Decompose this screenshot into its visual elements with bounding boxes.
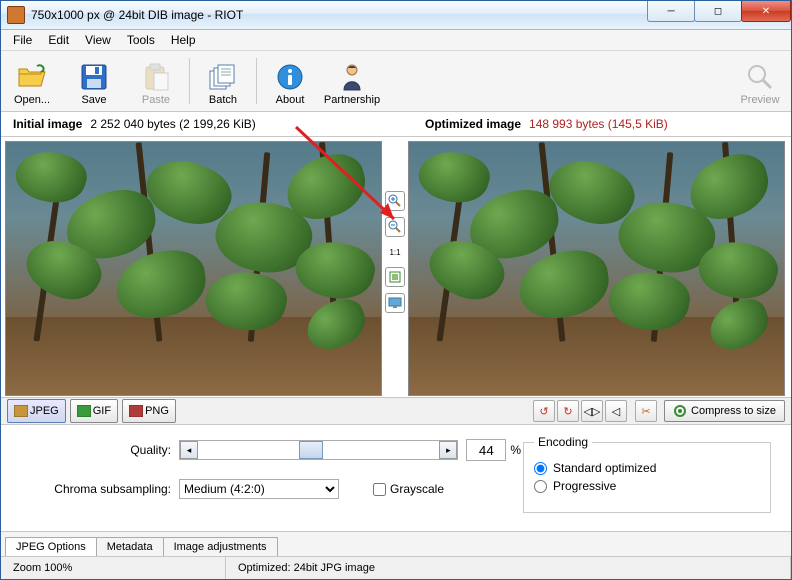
paste-clipboard-icon xyxy=(140,62,172,92)
initial-image-pane[interactable] xyxy=(5,141,382,396)
preview-button[interactable]: Preview xyxy=(729,52,791,110)
save-label: Save xyxy=(81,94,106,106)
format-gif-button[interactable]: GIF xyxy=(70,399,118,423)
info-row: Initial image 2 252 040 bytes (2 199,26 … xyxy=(1,112,791,137)
about-button[interactable]: About xyxy=(259,52,321,110)
initial-photo xyxy=(6,142,381,395)
rotate-ccw-button[interactable]: ↺ xyxy=(533,400,555,422)
compress-to-size-button[interactable]: Compress to size xyxy=(664,400,785,422)
status-optimized: Optimized: 24bit JPG image xyxy=(226,557,791,579)
optimized-image-pane[interactable] xyxy=(408,141,785,396)
batch-documents-icon xyxy=(207,62,239,92)
partnership-label: Partnership xyxy=(324,94,380,106)
initial-image-bytes: 2 252 040 bytes (2 199,26 KiB) xyxy=(90,117,255,131)
encoding-legend: Encoding xyxy=(534,435,592,449)
standard-optimized-radio[interactable]: Standard optimized xyxy=(534,461,760,475)
about-info-icon xyxy=(274,62,306,92)
app-window: 750x1000 px @ 24bit DIB image - RIOT ─ ◻… xyxy=(0,0,792,580)
gear-icon xyxy=(673,404,687,418)
zoom-toolbar: 1:1 xyxy=(382,137,408,397)
save-button[interactable]: Save xyxy=(63,52,125,110)
maximize-button[interactable]: ◻ xyxy=(694,1,742,22)
quality-slider[interactable]: ◂ ▸ xyxy=(179,440,458,460)
minimize-button[interactable]: ─ xyxy=(647,1,695,22)
open-button[interactable]: Open... xyxy=(1,52,63,110)
encoding-fieldset: Encoding Standard optimized Progressive xyxy=(523,435,771,513)
chroma-label: Chroma subsampling: xyxy=(11,482,179,496)
zoom-actual-button[interactable]: 1:1 xyxy=(386,243,404,261)
flip-vertical-button[interactable]: ◁ xyxy=(605,400,627,422)
format-png-button[interactable]: PNG xyxy=(122,399,176,423)
optimized-photo xyxy=(409,142,784,395)
optimized-image-bytes: 148 993 bytes (145,5 KiB) xyxy=(529,117,668,131)
status-zoom: Zoom 100% xyxy=(1,557,226,579)
crop-button[interactable]: ✂ xyxy=(635,400,657,422)
menu-file[interactable]: File xyxy=(5,31,40,49)
quality-slider-thumb[interactable] xyxy=(299,441,323,459)
menubar: File Edit View Tools Help xyxy=(1,30,791,51)
window-buttons: ─ ◻ ✕ xyxy=(648,1,791,22)
menu-tools[interactable]: Tools xyxy=(119,31,163,49)
tab-image-adjustments[interactable]: Image adjustments xyxy=(163,537,278,556)
tab-jpeg-options[interactable]: JPEG Options xyxy=(5,537,97,556)
save-floppy-icon xyxy=(78,62,110,92)
quality-decrease-button[interactable]: ◂ xyxy=(180,441,198,459)
initial-image-label: Initial image xyxy=(13,117,82,131)
titlebar: 750x1000 px @ 24bit DIB image - RIOT ─ ◻… xyxy=(1,1,791,30)
settings-panel: Quality: ◂ ▸ % Chroma subsampling: Mediu… xyxy=(1,425,791,532)
progressive-radio[interactable]: Progressive xyxy=(534,479,760,493)
rotate-cw-button[interactable]: ↻ xyxy=(557,400,579,422)
zoom-screen-button[interactable] xyxy=(385,293,405,313)
preview-magnifier-icon xyxy=(744,62,776,92)
preview-label: Preview xyxy=(740,94,779,106)
partnership-button[interactable]: Partnership xyxy=(321,52,383,110)
app-icon xyxy=(7,6,25,24)
bottom-tabs: JPEG Options Metadata Image adjustments xyxy=(1,532,791,557)
menu-view[interactable]: View xyxy=(77,31,119,49)
grayscale-checkbox[interactable]: Grayscale xyxy=(373,482,444,496)
format-bar: JPEG GIF PNG ↺ ↻ ◁▷ ◁ ✂ Compress to size xyxy=(1,398,791,425)
close-button[interactable]: ✕ xyxy=(741,1,791,22)
optimized-image-label: Optimized image xyxy=(425,117,521,131)
partnership-person-icon xyxy=(336,62,368,92)
percent-label: % xyxy=(510,443,521,457)
quality-increase-button[interactable]: ▸ xyxy=(439,441,457,459)
batch-label: Batch xyxy=(209,94,237,106)
zoom-out-button[interactable] xyxy=(385,217,405,237)
about-label: About xyxy=(276,94,305,106)
paste-label: Paste xyxy=(142,94,170,106)
open-folder-icon xyxy=(16,62,48,92)
menu-edit[interactable]: Edit xyxy=(40,31,77,49)
toolbar-separator xyxy=(256,58,257,104)
format-jpeg-button[interactable]: JPEG xyxy=(7,399,66,423)
zoom-fit-button[interactable] xyxy=(385,267,405,287)
chroma-subsampling-select[interactable]: Medium (4:2:0) xyxy=(179,479,339,499)
zoom-in-button[interactable] xyxy=(385,191,405,211)
paste-button: Paste xyxy=(125,52,187,110)
image-compare-area: 1:1 xyxy=(1,137,791,398)
toolbar: Open... Save Paste Batch About xyxy=(1,51,791,112)
batch-button[interactable]: Batch xyxy=(192,52,254,110)
quality-value-input[interactable] xyxy=(466,439,506,461)
flip-horizontal-button[interactable]: ◁▷ xyxy=(581,400,603,422)
quality-label: Quality: xyxy=(11,443,179,457)
menu-help[interactable]: Help xyxy=(163,31,204,49)
toolbar-separator xyxy=(189,58,190,104)
statusbar: Zoom 100% Optimized: 24bit JPG image xyxy=(1,557,791,579)
open-label: Open... xyxy=(14,94,50,106)
tab-metadata[interactable]: Metadata xyxy=(96,537,164,556)
